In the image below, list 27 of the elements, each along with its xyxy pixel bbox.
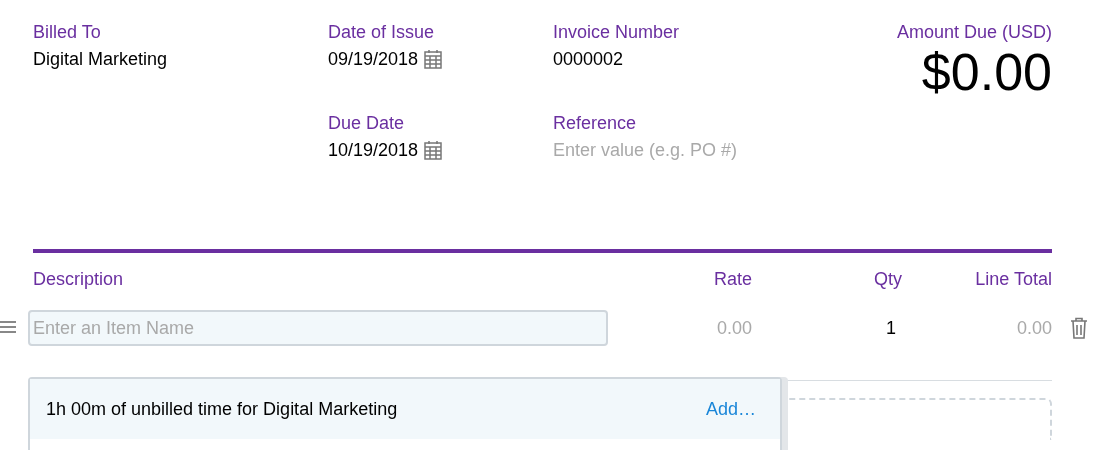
rate-value: 0.00 — [715, 317, 752, 339]
reference-field[interactable]: Enter value (e.g. PO #) — [553, 137, 783, 163]
column-header: Qty — [873, 269, 902, 291]
field-label: Date of Issue — [328, 21, 436, 44]
add-link[interactable]: Add… — [705, 398, 756, 420]
column-header: Rate — [712, 269, 752, 291]
drag-handle-icon[interactable] — [0, 321, 16, 333]
field-value: 0000002 — [553, 48, 624, 71]
amount-value: $0.00 — [920, 46, 1052, 98]
amount-label: Amount Due (USD) — [896, 21, 1052, 44]
field-label: Due Date — [328, 112, 406, 135]
suggestion-text: 1h 00m of unbilled time for Digital Marketing — [46, 398, 398, 420]
calendar-icon[interactable] — [424, 49, 443, 69]
date-value[interactable]: 09/19/2018 — [328, 46, 419, 72]
qty-value: 1 — [885, 317, 897, 339]
trash-icon[interactable] — [1070, 317, 1088, 339]
date-value[interactable]: 10/19/2018 — [328, 137, 419, 163]
line-total-value: 0.00 — [1015, 317, 1052, 339]
item-name-field[interactable]: Enter an Item Name — [28, 310, 608, 346]
suggestion-item[interactable]: 1h 00m of unbilled time for Digital Marketing Add… — [30, 379, 780, 439]
field-label: Reference — [553, 112, 638, 135]
field-label: Billed To — [33, 21, 102, 44]
field-label: Invoice Number — [553, 21, 681, 44]
column-header: Description — [33, 269, 125, 291]
calendar-icon[interactable] — [424, 140, 443, 160]
field-value: Digital Marketing — [33, 48, 168, 71]
column-header: Line Total — [974, 269, 1052, 291]
